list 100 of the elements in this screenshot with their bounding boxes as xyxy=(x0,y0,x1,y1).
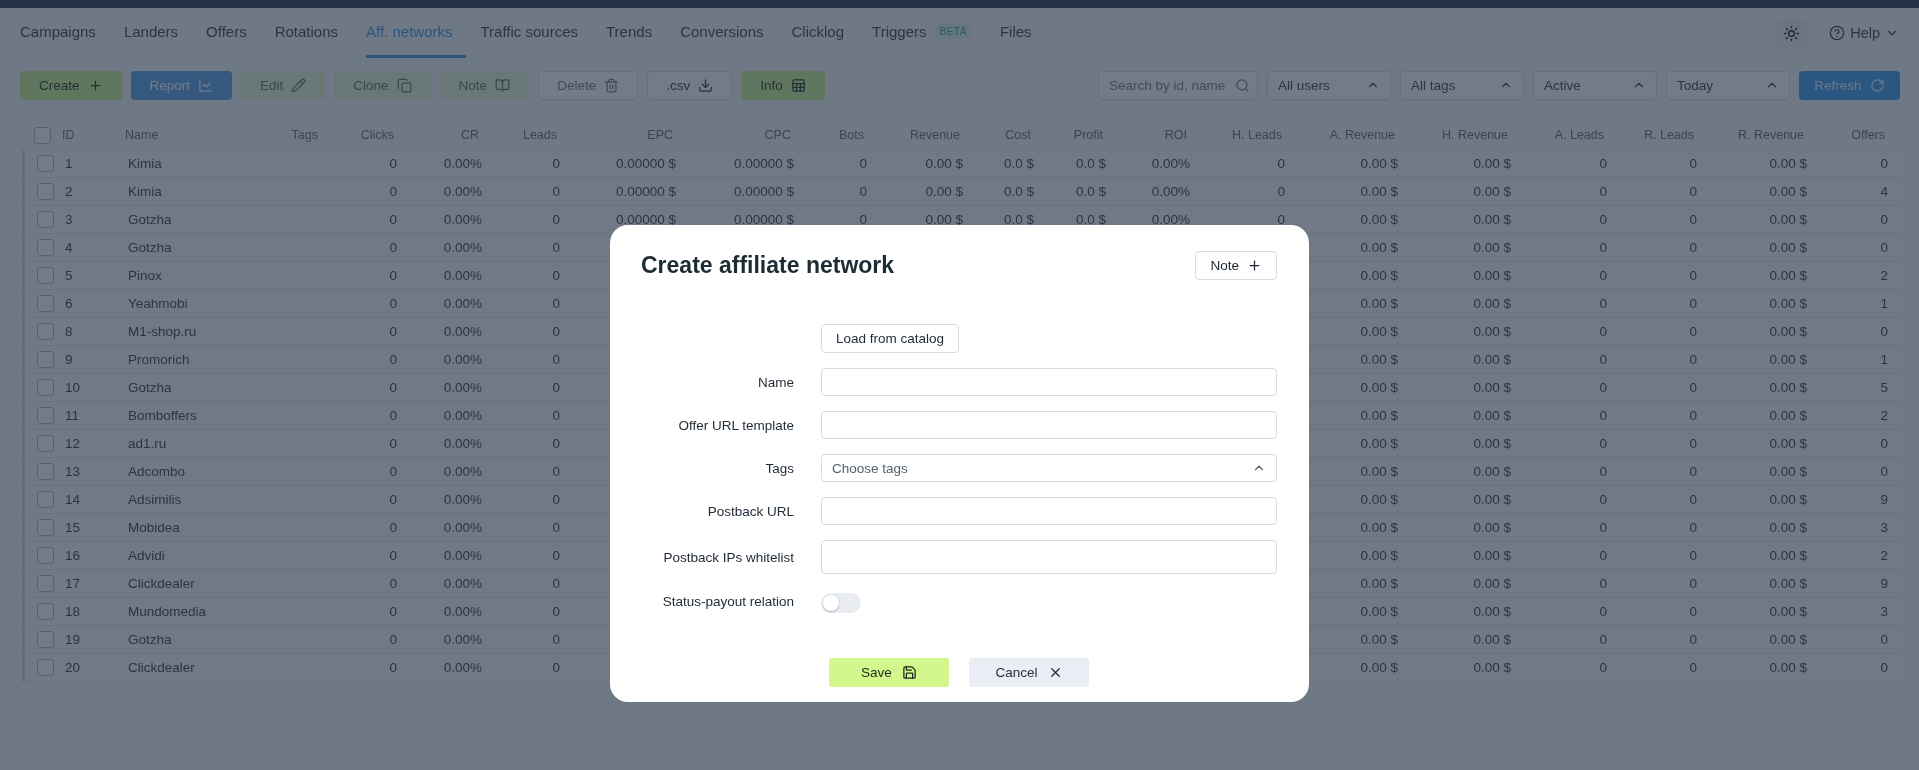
table-cell-text: 12 xyxy=(65,436,82,451)
table-cell-text: 6 xyxy=(65,296,74,311)
nav-tab[interactable]: Campaigns xyxy=(20,8,110,58)
row-checkbox[interactable] xyxy=(36,211,54,228)
table-cell-text: 0.00 $ xyxy=(1768,464,1807,479)
table-cell-text: 0 xyxy=(858,184,867,199)
text-field[interactable] xyxy=(821,540,1277,574)
row-checkbox[interactable] xyxy=(36,379,54,396)
help-button[interactable]: Help xyxy=(1829,25,1899,41)
field-label: Tags xyxy=(764,460,794,476)
table-cell-text: 0.00% xyxy=(442,492,482,507)
cancel-button[interactable]: Cancel xyxy=(969,658,1089,687)
table-cell-text: 0 xyxy=(551,268,560,283)
table-cell-text: 0 xyxy=(1688,520,1697,535)
row-checkbox[interactable] xyxy=(36,519,54,536)
row-checkbox[interactable] xyxy=(36,155,54,172)
row-checkbox[interactable] xyxy=(36,603,54,620)
row-checkbox[interactable] xyxy=(36,295,54,312)
table-cell-text: 0 xyxy=(388,632,397,647)
row-checkbox[interactable] xyxy=(36,323,54,340)
table-cell-text: 0.00 $ xyxy=(1768,324,1807,339)
filter-dropdown[interactable]: Today xyxy=(1666,70,1790,100)
table-cell-text: 3 xyxy=(1879,520,1888,535)
table-cell-text: 0.00 $ xyxy=(1472,184,1511,199)
table-cell-text: 0.0 $ xyxy=(1074,212,1106,227)
row-checkbox[interactable] xyxy=(36,575,54,592)
table-cell-text: 0 xyxy=(551,212,560,227)
nav-tab[interactable]: Trends xyxy=(606,8,667,58)
refresh-button[interactable]: Refresh xyxy=(1799,70,1900,100)
select-all-checkbox[interactable] xyxy=(33,126,51,144)
nav-tab[interactable]: Traffic sources xyxy=(480,8,592,58)
table-cell-text: 0 xyxy=(1688,352,1697,367)
table-cell-text: 0 xyxy=(551,296,560,311)
toolbar-button[interactable]: .csv xyxy=(647,70,733,100)
table-cell-text: 0 xyxy=(1598,604,1607,619)
table-cell-text: M1-shop.ru xyxy=(128,324,198,339)
table-cell-text: 0 xyxy=(858,212,867,227)
table-cell-text: 0 xyxy=(1598,576,1607,591)
nav-tab[interactable]: Aff. networks xyxy=(366,8,467,58)
table-cell-text: 0.00 $ xyxy=(1472,380,1511,395)
table-cell-text: 0.00000 $ xyxy=(732,184,794,199)
table-cell-text: 0 xyxy=(1879,156,1888,171)
table-cell-text: 0.00 $ xyxy=(1472,464,1511,479)
nav-tab[interactable]: Conversions xyxy=(680,8,778,58)
table-cell-text: 0.0 $ xyxy=(1002,156,1034,171)
text-field[interactable] xyxy=(821,368,1277,396)
table-cell-text: 0.00 $ xyxy=(1359,156,1398,171)
nav-tab[interactable]: Files xyxy=(999,8,1046,58)
text-field[interactable] xyxy=(821,497,1277,525)
row-checkbox[interactable] xyxy=(36,547,54,564)
filter-dropdown[interactable]: All tags xyxy=(1400,70,1524,100)
nav-tab[interactable]: Offers xyxy=(206,8,261,58)
nav-tab[interactable]: Landers xyxy=(123,8,193,58)
table-cell-text: Clickdealer xyxy=(128,576,196,591)
table-cell-text: 0.00 $ xyxy=(1359,632,1398,647)
save-icon xyxy=(901,665,917,680)
nav-tab[interactable]: Clicklog xyxy=(791,8,859,58)
table-cell-text: 0 xyxy=(1688,436,1697,451)
table-cell-text: 0.00 $ xyxy=(1359,464,1398,479)
row-checkbox[interactable] xyxy=(36,659,54,676)
copy-icon xyxy=(396,77,412,93)
row-checkbox[interactable] xyxy=(36,267,54,284)
table-cell-text: 0.00 $ xyxy=(1359,660,1398,675)
toggle-switch[interactable] xyxy=(821,593,861,613)
tags-select[interactable]: Choose tags xyxy=(821,454,1277,482)
note-button[interactable]: Note xyxy=(1195,251,1277,280)
table-cell-text: Promorich xyxy=(128,352,191,367)
nav-tab[interactable]: Triggers BETA xyxy=(872,8,986,58)
row-checkbox[interactable] xyxy=(36,631,54,648)
nav-tab[interactable]: Rotations xyxy=(274,8,353,58)
row-checkbox[interactable] xyxy=(36,239,54,256)
plus-icon xyxy=(87,77,103,93)
filter-dropdown[interactable]: All users xyxy=(1267,70,1391,100)
toolbar-button[interactable]: Info xyxy=(741,70,825,100)
text-field[interactable] xyxy=(821,411,1277,439)
table-cell-text: 0 xyxy=(551,408,560,423)
row-checkbox[interactable] xyxy=(36,463,54,480)
table-cell-text: 0 xyxy=(1276,212,1285,227)
row-checkbox[interactable] xyxy=(36,183,54,200)
table-cell-text: 0.00 $ xyxy=(1472,212,1511,227)
table-cell-text: Gotzha xyxy=(128,632,173,647)
table-cell-text: 0 xyxy=(1879,240,1888,255)
row-checkbox[interactable] xyxy=(36,491,54,508)
field-label: Postback URL xyxy=(706,503,794,519)
table-cell-text: 0.0 $ xyxy=(1002,184,1034,199)
filter-dropdown[interactable]: Active xyxy=(1533,70,1657,100)
refresh-icon xyxy=(1869,77,1885,93)
table-cell-text: ad1.ru xyxy=(128,436,168,451)
table-cell-text: 0.00 $ xyxy=(1472,324,1511,339)
row-checkbox[interactable] xyxy=(36,407,54,424)
table-cell-text: 0 xyxy=(388,660,397,675)
load-catalog-button[interactable]: Load from catalog xyxy=(821,324,960,353)
row-checkbox[interactable] xyxy=(36,435,54,452)
row-checkbox[interactable] xyxy=(36,351,54,368)
save-button[interactable]: Save xyxy=(829,658,949,687)
table-cell-text: 0.00 $ xyxy=(1472,268,1511,283)
table-cell-text: 0 xyxy=(551,324,560,339)
table-cell-text: 0 xyxy=(388,352,397,367)
theme-toggle-button[interactable] xyxy=(1775,18,1808,48)
toolbar-button[interactable]: Create xyxy=(20,70,122,100)
